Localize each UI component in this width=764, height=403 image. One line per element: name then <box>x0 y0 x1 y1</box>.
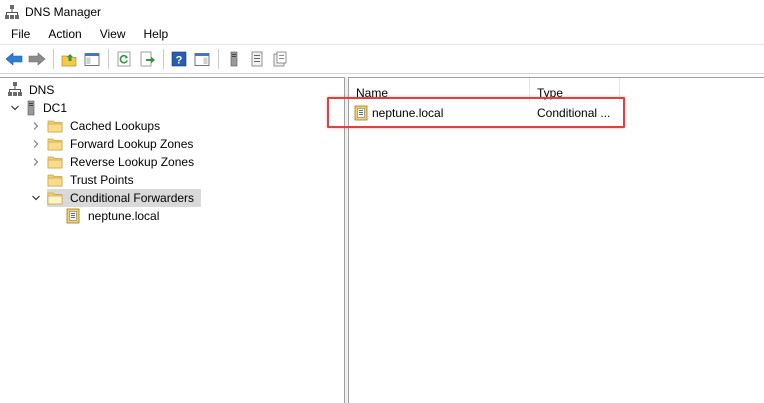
action-pane-icon <box>194 52 210 66</box>
tree-item-label: Forward Lookup Zones <box>70 137 194 151</box>
annotation-highlight-box <box>327 97 625 128</box>
toolbar-separator <box>218 49 219 69</box>
toolbar-separator <box>108 49 109 69</box>
toolbar: ? <box>0 44 764 74</box>
up-folder-icon <box>61 53 77 66</box>
tree-item-cached-lookups[interactable]: Cached Lookups <box>31 117 163 135</box>
folder-open-icon <box>47 190 63 206</box>
back-icon <box>5 52 23 66</box>
tree-item-forward-lookup-zones[interactable]: Forward Lookup Zones <box>31 135 196 153</box>
toolbar-separator <box>53 49 54 69</box>
properties-button[interactable] <box>269 48 291 70</box>
menu-view[interactable]: View <box>91 24 135 44</box>
chevron-right-icon[interactable] <box>31 121 41 131</box>
tree-item-conditional-forwarders[interactable]: Conditional Forwarders <box>31 189 202 207</box>
export-list-icon <box>140 51 155 67</box>
toolbar-separator <box>163 49 164 69</box>
server-button[interactable] <box>223 48 245 70</box>
dns-icon <box>8 82 22 98</box>
refresh-button[interactable] <box>113 48 135 70</box>
title-bar: DNS Manager <box>0 0 764 24</box>
window-title: DNS Manager <box>25 5 102 19</box>
tree-item-label: Reverse Lookup Zones <box>70 155 195 169</box>
properties-icon <box>273 51 287 67</box>
chevron-down-icon[interactable] <box>10 103 20 113</box>
menu-help[interactable]: Help <box>135 24 178 44</box>
tree-item-trust-points[interactable]: Trust Points <box>47 171 137 189</box>
tree-item-label: DC1 <box>43 101 68 115</box>
help-button[interactable]: ? <box>168 48 190 70</box>
tree-item-dns[interactable]: DNS <box>8 81 57 99</box>
up-one-level-button[interactable] <box>58 48 80 70</box>
tree-item-neptune-local[interactable]: neptune.local <box>65 207 162 225</box>
action-pane-button[interactable] <box>191 48 213 70</box>
menu-action[interactable]: Action <box>39 24 90 44</box>
folder-icon <box>47 136 63 152</box>
tree-item-label: Trust Points <box>70 173 134 187</box>
tree-item-label: neptune.local <box>88 209 160 223</box>
zone-icon <box>65 208 81 224</box>
export-list-button[interactable] <box>136 48 158 70</box>
server-icon <box>230 51 238 67</box>
list-view-icon <box>251 51 263 67</box>
show-hide-tree-button[interactable] <box>81 48 103 70</box>
forward-icon <box>28 52 46 66</box>
folder-icon <box>47 154 63 170</box>
refresh-icon <box>117 51 131 67</box>
tree-item-label: Cached Lookups <box>70 119 161 133</box>
back-button[interactable] <box>3 48 25 70</box>
menu-file[interactable]: File <box>0 24 39 44</box>
menu-bar: File Action View Help <box>0 24 764 44</box>
folder-icon <box>47 172 63 188</box>
folder-icon <box>47 118 63 134</box>
help-icon: ? <box>171 51 187 67</box>
list-view-button[interactable] <box>246 48 268 70</box>
chevron-right-icon[interactable] <box>31 139 41 149</box>
chevron-down-icon[interactable] <box>31 193 41 203</box>
selection-highlight: Conditional Forwarders <box>47 189 202 207</box>
show-hide-tree-icon <box>84 52 100 66</box>
console-tree: DNS DC1 Cached Lookups Forward Lookup Zo… <box>0 77 345 403</box>
svg-text:?: ? <box>176 55 183 67</box>
dns-manager-icon <box>5 5 19 19</box>
tree-item-dc1[interactable]: DC1 <box>10 99 70 117</box>
chevron-right-icon[interactable] <box>31 157 41 167</box>
tree-item-label: DNS <box>29 83 55 97</box>
tree-item-reverse-lookup-zones[interactable]: Reverse Lookup Zones <box>31 153 197 171</box>
forward-button[interactable] <box>26 48 48 70</box>
server-icon <box>26 100 36 116</box>
tree-item-label: Conditional Forwarders <box>70 191 195 205</box>
